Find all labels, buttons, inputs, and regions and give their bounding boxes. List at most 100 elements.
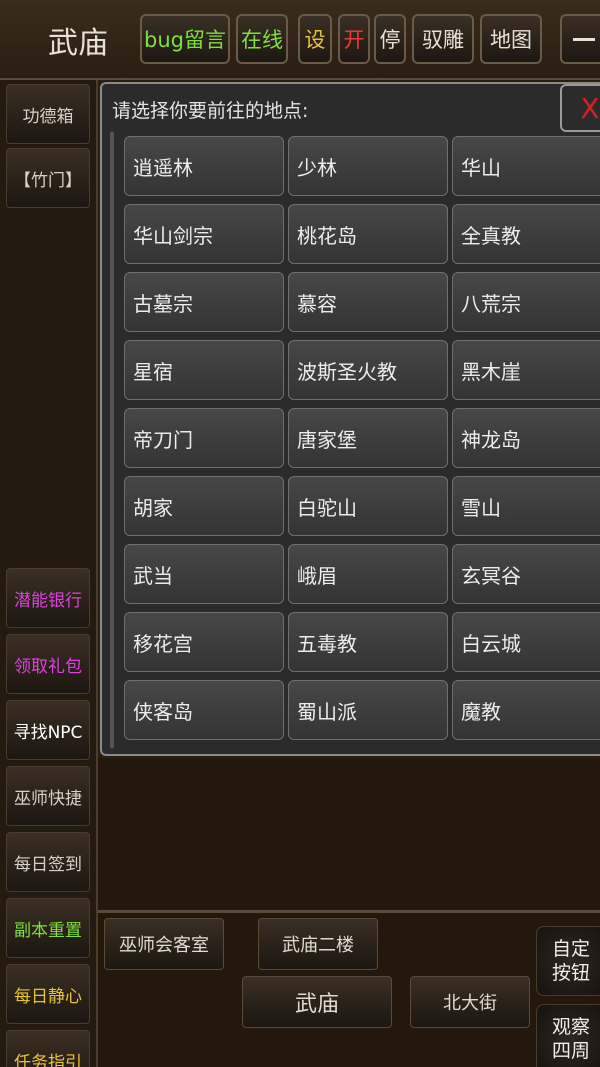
sidebar-quest-guide[interactable]: 任务指引 <box>6 1030 90 1067</box>
settings-label: 设 <box>304 28 326 52</box>
map-button[interactable]: 地图 <box>480 14 542 64</box>
location-label: 唐家堡 <box>297 427 357 452</box>
exit-label: 北大街 <box>443 993 497 1014</box>
location-button[interactable]: 白驼山 <box>288 476 448 536</box>
stop-button[interactable]: 停 <box>374 14 406 64</box>
location-button[interactable]: 波斯圣火教 <box>288 340 448 400</box>
location-button[interactable]: 五毒教 <box>288 612 448 672</box>
location-label: 神龙岛 <box>461 427 521 452</box>
sidebar-label: 寻找NPC <box>13 722 83 743</box>
online-button[interactable]: 在线 <box>236 14 288 64</box>
sidebar-bamboo-gate[interactable]: 【竹门】 <box>6 148 90 208</box>
location-button[interactable]: 魔教 <box>452 680 600 740</box>
location-button[interactable]: 星宿 <box>124 340 284 400</box>
location-label: 全真教 <box>461 223 521 248</box>
custom-button-label: 自定 按钮 <box>552 937 590 985</box>
location-button[interactable]: 全真教 <box>452 204 600 264</box>
tame-eagle-label: 驭雕 <box>422 28 464 52</box>
location-button[interactable]: 八荒宗 <box>452 272 600 332</box>
location-button[interactable]: 唐家堡 <box>288 408 448 468</box>
location-button[interactable]: 侠客岛 <box>124 680 284 740</box>
location-title: 武庙 <box>48 26 108 61</box>
sidebar-daily-meditation[interactable]: 每日静心 <box>6 964 90 1024</box>
location-label: 华山剑宗 <box>133 223 213 248</box>
sidebar-label: 任务指引 <box>14 1052 82 1067</box>
location-button[interactable]: 胡家 <box>124 476 284 536</box>
bug-report-label: bug留言 <box>144 28 226 52</box>
location-label: 逍遥林 <box>133 155 193 180</box>
current-room-label: 武庙 <box>294 992 339 1017</box>
observe-button[interactable]: 观察 四周 <box>536 1004 600 1067</box>
sidebar-claim-gift[interactable]: 领取礼包 <box>6 634 90 694</box>
location-label: 胡家 <box>133 495 173 520</box>
location-button[interactable]: 华山剑宗 <box>124 204 284 264</box>
sidebar-merit-box[interactable]: 功德箱 <box>6 84 90 144</box>
location-button[interactable]: 白云城 <box>452 612 600 672</box>
location-button[interactable]: 慕容 <box>288 272 448 332</box>
settings-button[interactable]: 设 <box>298 14 332 64</box>
sidebar-label: 巫师快捷 <box>14 788 82 809</box>
location-label: 少林 <box>297 155 337 180</box>
sidebar-label: 副本重置 <box>14 920 82 941</box>
location-select-dialog: 请选择你要前往的地点: X 逍遥林 少林 华山 华山剑宗 桃花岛 全真教 古墓宗… <box>100 82 600 756</box>
exit-label: 武庙二楼 <box>282 935 354 956</box>
location-grid: 逍遥林 少林 华山 华山剑宗 桃花岛 全真教 古墓宗 慕容 八荒宗 星宿 波斯圣… <box>110 132 600 748</box>
close-icon: X <box>580 91 600 125</box>
location-button[interactable]: 雪山 <box>452 476 600 536</box>
location-button[interactable]: 桃花岛 <box>288 204 448 264</box>
tame-eagle-button[interactable]: 驭雕 <box>412 14 474 64</box>
header-bar: 武庙 bug留言 在线 设 开 停 驭雕 地图 <box>0 0 600 80</box>
location-button[interactable]: 玄冥谷 <box>452 544 600 604</box>
left-sidebar: 功德箱 【竹门】 潜能银行 领取礼包 寻找NPC 巫师快捷 每日签到 副本重置 … <box>0 80 98 1067</box>
sidebar-daily-checkin[interactable]: 每日签到 <box>6 832 90 892</box>
sidebar-label: 领取礼包 <box>14 656 82 677</box>
location-button[interactable]: 帝刀门 <box>124 408 284 468</box>
location-button[interactable]: 华山 <box>452 136 600 196</box>
location-button[interactable]: 武当 <box>124 544 284 604</box>
custom-text: 自定 按钮 <box>551 938 590 984</box>
minus-icon <box>573 37 595 41</box>
stop-label: 停 <box>379 28 401 52</box>
bug-report-button[interactable]: bug留言 <box>140 14 230 64</box>
divider <box>98 910 600 913</box>
location-button[interactable]: 少林 <box>288 136 448 196</box>
custom-button[interactable]: 自定 按钮 <box>536 926 600 996</box>
location-label: 桃花岛 <box>297 223 357 248</box>
sidebar-find-npc[interactable]: 寻找NPC <box>6 700 90 760</box>
open-button[interactable]: 开 <box>338 14 370 64</box>
location-button[interactable]: 逍遥林 <box>124 136 284 196</box>
minimize-button[interactable] <box>560 14 600 64</box>
open-label: 开 <box>343 28 365 52</box>
location-label: 古墓宗 <box>133 291 193 316</box>
location-label: 波斯圣火教 <box>297 359 397 384</box>
close-button[interactable]: X <box>560 84 600 132</box>
sidebar-label: 每日静心 <box>14 986 82 1007</box>
sidebar-label: 每日签到 <box>14 854 82 875</box>
location-button[interactable]: 蜀山派 <box>288 680 448 740</box>
location-label: 玄冥谷 <box>461 563 521 588</box>
location-label: 魔教 <box>461 699 501 724</box>
exit-north-street[interactable]: 北大街 <box>410 976 530 1028</box>
map-label: 地图 <box>490 28 532 52</box>
location-label: 雪山 <box>461 495 501 520</box>
location-label: 侠客岛 <box>133 699 193 724</box>
location-label: 白驼山 <box>297 495 357 520</box>
current-room-button[interactable]: 武庙 <box>242 976 392 1028</box>
sidebar-potential-bank[interactable]: 潜能银行 <box>6 568 90 628</box>
exit-wizard-room[interactable]: 巫师会客室 <box>104 918 224 970</box>
sidebar-label: 潜能银行 <box>14 590 82 611</box>
location-button[interactable]: 峨眉 <box>288 544 448 604</box>
exit-temple-floor2[interactable]: 武庙二楼 <box>258 918 378 970</box>
location-label: 八荒宗 <box>461 291 521 316</box>
location-button[interactable]: 神龙岛 <box>452 408 600 468</box>
location-label: 帝刀门 <box>133 427 193 452</box>
dialog-title: 请选择你要前往的地点: <box>112 100 309 122</box>
sidebar-label: 【竹门】 <box>14 170 82 191</box>
location-button[interactable]: 移花宫 <box>124 612 284 672</box>
sidebar-dungeon-reset[interactable]: 副本重置 <box>6 898 90 958</box>
location-button[interactable]: 黑木崖 <box>452 340 600 400</box>
sidebar-wizard-shortcut[interactable]: 巫师快捷 <box>6 766 90 826</box>
location-button[interactable]: 古墓宗 <box>124 272 284 332</box>
location-label: 星宿 <box>133 359 173 384</box>
location-label: 武当 <box>133 563 173 588</box>
